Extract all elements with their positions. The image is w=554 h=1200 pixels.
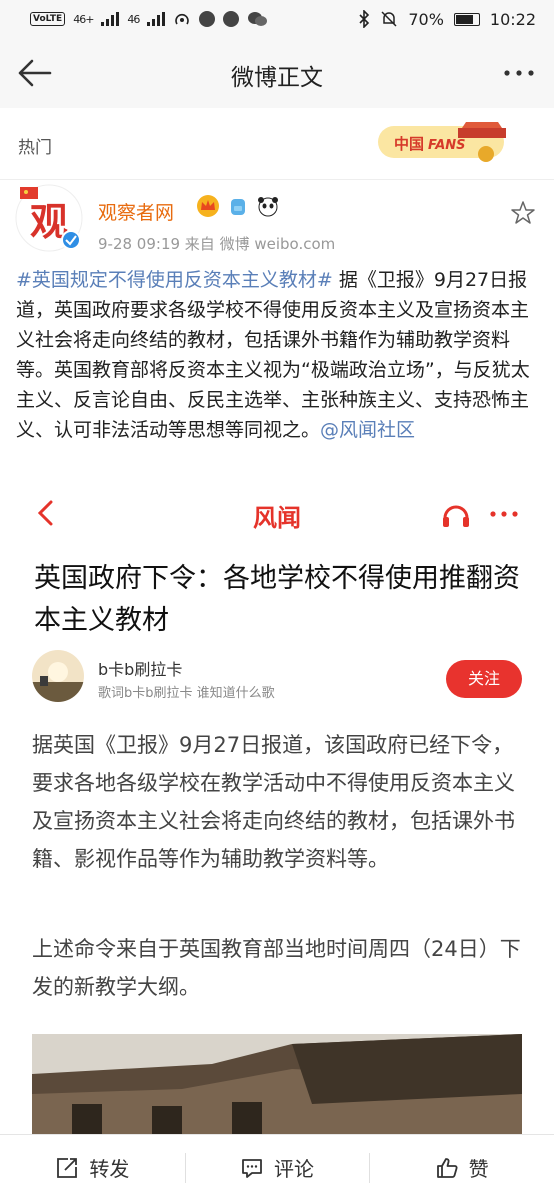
signal-bars-2-icon: [147, 12, 166, 26]
bluetooth-icon: [359, 10, 370, 28]
app-notification-icon: [199, 11, 216, 27]
signal-2-label: 46: [127, 12, 140, 26]
comment-icon: [242, 1158, 262, 1178]
hot-label: 热门: [18, 138, 52, 158]
post-text: #英国规定不得使用反资本主义教材# 据《卫报》9月27日报道，英国政府要求各级学…: [16, 265, 540, 445]
embed-more-icon: [490, 511, 518, 517]
comment-label: 评论: [274, 1157, 314, 1181]
post-body: 据《卫报》9月27日报道，英国政府要求各级学校不得使用反资本主义及宣扬资本主义社…: [16, 269, 530, 441]
repost-button[interactable]: 转发: [0, 1135, 185, 1200]
clock: 10:22: [489, 9, 536, 29]
embed-author: b卡b刷拉卡: [98, 660, 183, 679]
page-title: 微博正文: [231, 65, 323, 91]
embed-follow-button: 关注: [446, 660, 522, 698]
like-button[interactable]: 赞: [369, 1135, 554, 1200]
nav-bar: 微博正文: [0, 38, 554, 108]
battery-percent: 70%: [408, 9, 444, 29]
headphones-icon: [443, 505, 469, 527]
post-mention[interactable]: @风闻社区: [320, 419, 415, 441]
battery-icon: [453, 12, 480, 26]
more-dots-icon[interactable]: [498, 52, 540, 94]
star-icon[interactable]: [510, 200, 536, 226]
action-bar: 转发 评论 赞: [0, 1134, 554, 1200]
embedded-article-image[interactable]: 风闻 英国政府下令：各地学校不得使用推翻资本主义教材 b卡b刷拉卡 歌词b卡b刷…: [14, 488, 540, 1134]
volte-indicator: VoLTE: [30, 12, 66, 26]
embed-paragraph-2: 上述命令来自于英国教育部当地时间周四（24日）下发的新教学大纲。: [32, 937, 521, 999]
comment-button[interactable]: 评论: [184, 1135, 370, 1200]
wechat-icon: [248, 12, 268, 26]
embed-author-subtitle: 歌词b卡b刷拉卡 谁知道什么歌: [98, 686, 275, 701]
embed-author-avatar: [32, 650, 84, 702]
backpack-badge-icon[interactable]: [226, 194, 250, 218]
post-meta: 9-28 09:19 来自 微博 weibo.com: [98, 235, 336, 253]
china-fans-badge-icon[interactable]: 中国 FANS: [366, 116, 516, 166]
embed-header: 风闻: [14, 488, 540, 540]
embed-title: 英国政府下令：各地学校不得使用推翻资本主义教材: [34, 563, 520, 636]
like-label: 赞: [468, 1157, 489, 1181]
thumbs-up-icon: [436, 1157, 458, 1178]
svg-text:FANS: FANS: [428, 138, 466, 153]
signal-1-label: 46+: [73, 12, 94, 26]
user-badges: [196, 194, 280, 218]
status-bar: VoLTE 46+ 46 70% 10:22: [0, 0, 554, 38]
hotspot-icon: [175, 13, 190, 25]
embed-paragraph-1: 据英国《卫报》9月27日报道，该国政府已经下令，要求各地各级学校在教学活动中不得…: [32, 733, 515, 871]
mute-bell-icon: [381, 11, 397, 27]
signal-bars-icon: [101, 12, 120, 26]
penguin-notification-icon: [223, 11, 240, 27]
crown-badge-icon[interactable]: [196, 194, 220, 218]
avatar[interactable]: 观: [14, 183, 84, 253]
repost-icon: [57, 1157, 78, 1178]
embed-building-photo: [32, 1034, 522, 1134]
panda-badge-icon[interactable]: [256, 194, 280, 218]
post-hashtag[interactable]: #英国规定不得使用反资本主义教材#: [16, 269, 333, 291]
repost-label: 转发: [89, 1157, 130, 1181]
svg-text:中国: 中国: [394, 135, 424, 153]
username[interactable]: 观察者网: [98, 198, 174, 225]
